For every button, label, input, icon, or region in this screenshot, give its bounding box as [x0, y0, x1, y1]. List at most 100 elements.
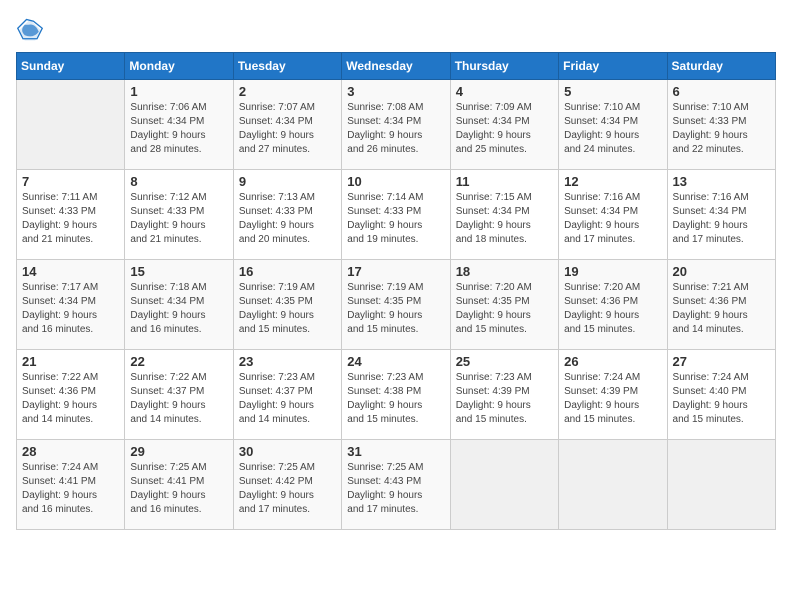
day-number: 2: [239, 84, 336, 99]
day-number: 31: [347, 444, 444, 459]
day-number: 27: [673, 354, 770, 369]
cell-info: Sunrise: 7:16 AM Sunset: 4:34 PM Dayligh…: [673, 191, 770, 247]
cell-info: Sunrise: 7:11 AM Sunset: 4:33 PM Dayligh…: [22, 191, 119, 247]
day-number: 26: [564, 354, 661, 369]
col-header-sunday: Sunday: [17, 53, 125, 80]
cell-info: Sunrise: 7:23 AM Sunset: 4:37 PM Dayligh…: [239, 371, 336, 427]
calendar-cell: 31 Sunrise: 7:25 AM Sunset: 4:43 PM Dayli…: [342, 440, 450, 530]
calendar-cell: 27 Sunrise: 7:24 AM Sunset: 4:40 PM Dayli…: [667, 350, 775, 440]
day-number: 30: [239, 444, 336, 459]
calendar-cell: 16 Sunrise: 7:19 AM Sunset: 4:35 PM Dayli…: [233, 260, 341, 350]
cell-info: Sunrise: 7:13 AM Sunset: 4:33 PM Dayligh…: [239, 191, 336, 247]
calendar-cell: 26 Sunrise: 7:24 AM Sunset: 4:39 PM Dayli…: [559, 350, 667, 440]
day-number: 5: [564, 84, 661, 99]
day-number: 29: [130, 444, 227, 459]
col-header-monday: Monday: [125, 53, 233, 80]
day-number: 6: [673, 84, 770, 99]
cell-info: Sunrise: 7:23 AM Sunset: 4:38 PM Dayligh…: [347, 371, 444, 427]
calendar-cell: [450, 440, 558, 530]
cell-info: Sunrise: 7:21 AM Sunset: 4:36 PM Dayligh…: [673, 281, 770, 337]
calendar-cell: 30 Sunrise: 7:25 AM Sunset: 4:42 PM Dayli…: [233, 440, 341, 530]
day-number: 7: [22, 174, 119, 189]
cell-info: Sunrise: 7:20 AM Sunset: 4:36 PM Dayligh…: [564, 281, 661, 337]
calendar-cell: 22 Sunrise: 7:22 AM Sunset: 4:37 PM Dayli…: [125, 350, 233, 440]
cell-info: Sunrise: 7:15 AM Sunset: 4:34 PM Dayligh…: [456, 191, 553, 247]
calendar-cell: 21 Sunrise: 7:22 AM Sunset: 4:36 PM Dayli…: [17, 350, 125, 440]
cell-info: Sunrise: 7:16 AM Sunset: 4:34 PM Dayligh…: [564, 191, 661, 247]
cell-info: Sunrise: 7:19 AM Sunset: 4:35 PM Dayligh…: [347, 281, 444, 337]
calendar-cell: 9 Sunrise: 7:13 AM Sunset: 4:33 PM Daylig…: [233, 170, 341, 260]
day-number: 21: [22, 354, 119, 369]
day-number: 9: [239, 174, 336, 189]
calendar-cell: 28Sunrise: 7:24 AM Sunset: 4:41 PM Dayli…: [17, 440, 125, 530]
calendar-cell: 17 Sunrise: 7:19 AM Sunset: 4:35 PM Dayli…: [342, 260, 450, 350]
cell-info: Sunrise: 7:22 AM Sunset: 4:37 PM Dayligh…: [130, 371, 227, 427]
cell-info: Sunrise: 7:17 AM Sunset: 4:34 PM Dayligh…: [22, 281, 119, 337]
day-number: 13: [673, 174, 770, 189]
cell-info: Sunrise: 7:14 AM Sunset: 4:33 PM Dayligh…: [347, 191, 444, 247]
calendar-cell: 13 Sunrise: 7:16 AM Sunset: 4:34 PM Dayli…: [667, 170, 775, 260]
cell-info: Sunrise: 7:25 AM Sunset: 4:41 PM Dayligh…: [130, 461, 227, 517]
calendar-cell: [559, 440, 667, 530]
day-number: 8: [130, 174, 227, 189]
calendar-cell: 20 Sunrise: 7:21 AM Sunset: 4:36 PM Dayli…: [667, 260, 775, 350]
calendar-cell: 1 Sunrise: 7:06 AM Sunset: 4:34 PM Daylig…: [125, 80, 233, 170]
calendar-cell: 3Sunrise: 7:08 AM Sunset: 4:34 PM Daylig…: [342, 80, 450, 170]
calendar-cell: 29 Sunrise: 7:25 AM Sunset: 4:41 PM Dayli…: [125, 440, 233, 530]
calendar-cell: 19Sunrise: 7:20 AM Sunset: 4:36 PM Dayli…: [559, 260, 667, 350]
calendar-cell: 11 Sunrise: 7:15 AM Sunset: 4:34 PM Dayli…: [450, 170, 558, 260]
day-number: 25: [456, 354, 553, 369]
day-number: 22: [130, 354, 227, 369]
calendar-cell: 23 Sunrise: 7:23 AM Sunset: 4:37 PM Dayli…: [233, 350, 341, 440]
day-number: 23: [239, 354, 336, 369]
cell-info: Sunrise: 7:10 AM Sunset: 4:33 PM Dayligh…: [673, 101, 770, 157]
col-header-saturday: Saturday: [667, 53, 775, 80]
col-header-tuesday: Tuesday: [233, 53, 341, 80]
cell-info: Sunrise: 7:09 AM Sunset: 4:34 PM Dayligh…: [456, 101, 553, 157]
cell-info: Sunrise: 7:25 AM Sunset: 4:43 PM Dayligh…: [347, 461, 444, 517]
cell-info: Sunrise: 7:24 AM Sunset: 4:40 PM Dayligh…: [673, 371, 770, 427]
calendar-cell: 2 Sunrise: 7:07 AM Sunset: 4:34 PM Daylig…: [233, 80, 341, 170]
cell-info: Sunrise: 7:19 AM Sunset: 4:35 PM Dayligh…: [239, 281, 336, 337]
day-number: 17: [347, 264, 444, 279]
calendar-table: SundayMondayTuesdayWednesdayThursdayFrid…: [16, 52, 776, 530]
logo-icon: [16, 16, 44, 44]
day-number: 11: [456, 174, 553, 189]
calendar-cell: 15 Sunrise: 7:18 AM Sunset: 4:34 PM Dayli…: [125, 260, 233, 350]
calendar-cell: 7 Sunrise: 7:11 AM Sunset: 4:33 PM Daylig…: [17, 170, 125, 260]
day-number: 14: [22, 264, 119, 279]
calendar-cell: 14 Sunrise: 7:17 AM Sunset: 4:34 PM Dayli…: [17, 260, 125, 350]
cell-info: Sunrise: 7:24 AM Sunset: 4:39 PM Dayligh…: [564, 371, 661, 427]
day-number: 1: [130, 84, 227, 99]
calendar-cell: 25Sunrise: 7:23 AM Sunset: 4:39 PM Dayli…: [450, 350, 558, 440]
col-header-thursday: Thursday: [450, 53, 558, 80]
calendar-cell: 18 Sunrise: 7:20 AM Sunset: 4:35 PM Dayli…: [450, 260, 558, 350]
day-number: 18: [456, 264, 553, 279]
calendar-cell: 10 Sunrise: 7:14 AM Sunset: 4:33 PM Dayli…: [342, 170, 450, 260]
page-header: [16, 16, 776, 44]
calendar-cell: 24 Sunrise: 7:23 AM Sunset: 4:38 PM Dayli…: [342, 350, 450, 440]
calendar-cell: 6 Sunrise: 7:10 AM Sunset: 4:33 PM Daylig…: [667, 80, 775, 170]
cell-info: Sunrise: 7:22 AM Sunset: 4:36 PM Dayligh…: [22, 371, 119, 427]
calendar-cell: 8 Sunrise: 7:12 AM Sunset: 4:33 PM Daylig…: [125, 170, 233, 260]
day-number: 12: [564, 174, 661, 189]
day-number: 20: [673, 264, 770, 279]
day-number: 24: [347, 354, 444, 369]
day-number: 4: [456, 84, 553, 99]
calendar-cell: [17, 80, 125, 170]
cell-info: Sunrise: 7:20 AM Sunset: 4:35 PM Dayligh…: [456, 281, 553, 337]
day-number: 15: [130, 264, 227, 279]
cell-info: Sunrise: 7:10 AM Sunset: 4:34 PM Dayligh…: [564, 101, 661, 157]
cell-info: Sunrise: 7:07 AM Sunset: 4:34 PM Dayligh…: [239, 101, 336, 157]
cell-info: Sunrise: 7:25 AM Sunset: 4:42 PM Dayligh…: [239, 461, 336, 517]
cell-info: Sunrise: 7:18 AM Sunset: 4:34 PM Dayligh…: [130, 281, 227, 337]
calendar-cell: [667, 440, 775, 530]
col-header-wednesday: Wednesday: [342, 53, 450, 80]
cell-info: Sunrise: 7:06 AM Sunset: 4:34 PM Dayligh…: [130, 101, 227, 157]
cell-info: Sunrise: 7:12 AM Sunset: 4:33 PM Dayligh…: [130, 191, 227, 247]
day-number: 3: [347, 84, 444, 99]
day-number: 10: [347, 174, 444, 189]
day-number: 16: [239, 264, 336, 279]
cell-info: Sunrise: 7:24 AM Sunset: 4:41 PM Dayligh…: [22, 461, 119, 517]
calendar-cell: 5 Sunrise: 7:10 AM Sunset: 4:34 PM Daylig…: [559, 80, 667, 170]
